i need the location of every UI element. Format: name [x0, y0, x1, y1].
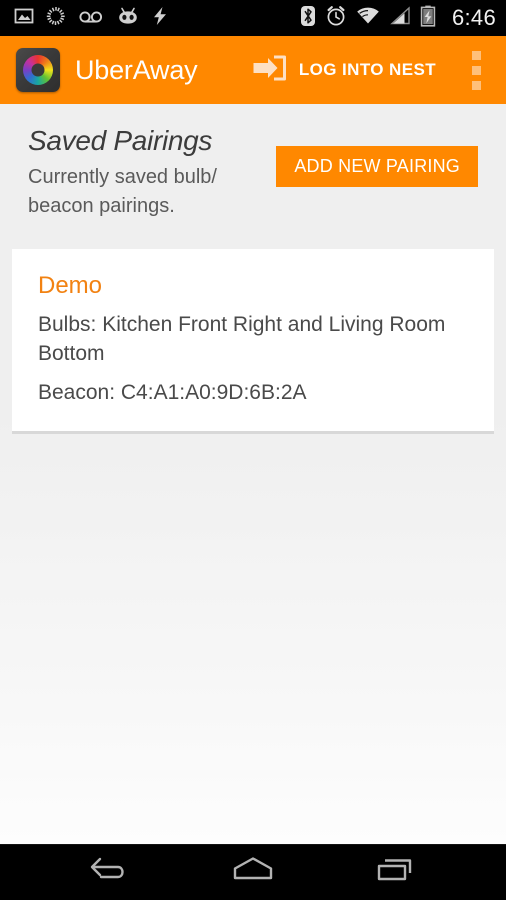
navigation-bar: [0, 844, 506, 900]
page-title: Saved Pairings: [28, 125, 213, 156]
status-bar-left-icons: [14, 6, 168, 31]
home-icon: [230, 853, 276, 892]
color-wheel-app-icon: [16, 48, 60, 92]
pairing-name: Demo: [38, 271, 103, 299]
home-button[interactable]: [216, 850, 290, 896]
status-bar: 6:46: [0, 0, 506, 36]
battery-charging-icon: [420, 5, 436, 32]
image-icon: [14, 6, 34, 31]
overflow-menu-icon[interactable]: [454, 42, 498, 98]
color-wheel-ring: [23, 55, 53, 85]
wifi-icon: [356, 6, 380, 31]
log-into-nest-button[interactable]: LOG INTO NEST: [248, 47, 440, 94]
overflow-dot: [471, 65, 481, 75]
recents-icon: [372, 853, 418, 892]
main-content: Saved Pairings Currently saved bulb/ bea…: [0, 104, 506, 844]
back-arrow-icon: [88, 853, 134, 892]
bluetooth-icon: [300, 5, 316, 32]
app-title: UberAway: [75, 54, 198, 85]
add-new-pairing-button[interactable]: ADD NEW PAIRING: [276, 146, 478, 187]
overflow-dot: [471, 50, 481, 60]
page-header-text: Saved Pairings Currently saved bulb/ bea…: [28, 124, 276, 222]
cell-signal-icon: [389, 5, 411, 31]
overflow-dot: [471, 80, 481, 90]
sync-spinner-icon: [46, 6, 66, 31]
back-button[interactable]: [74, 850, 148, 896]
log-into-nest-label: LOG INTO NEST: [298, 60, 436, 79]
pairing-beacon: Beacon: C4:A1:A0:9D:6B:2A: [38, 380, 307, 404]
recents-button[interactable]: [358, 850, 432, 896]
cyanogenmod-icon: [116, 6, 140, 31]
login-arrow-icon: [252, 53, 288, 88]
alarm-clock-icon: [325, 5, 347, 32]
app-bar: UberAway LOG INTO NEST: [0, 36, 506, 104]
page-subtitle: Currently saved bulb/ beacon pairings.: [28, 165, 217, 218]
charging-bolt-icon: [152, 6, 168, 31]
page-header: Saved Pairings Currently saved bulb/ bea…: [0, 104, 506, 222]
phone-screen: 6:46 UberAway LOG INTO NEST Saved Pairin…: [0, 0, 506, 900]
status-bar-clock: 6:46: [451, 5, 496, 30]
voicemail-icon: [78, 6, 104, 31]
pairing-bulbs: Bulbs: Kitchen Front Right and Living Ro…: [38, 312, 446, 366]
status-bar-right-icons: 6:46: [300, 5, 496, 32]
pairing-card[interactable]: Demo Bulbs: Kitchen Front Right and Livi…: [12, 248, 494, 434]
